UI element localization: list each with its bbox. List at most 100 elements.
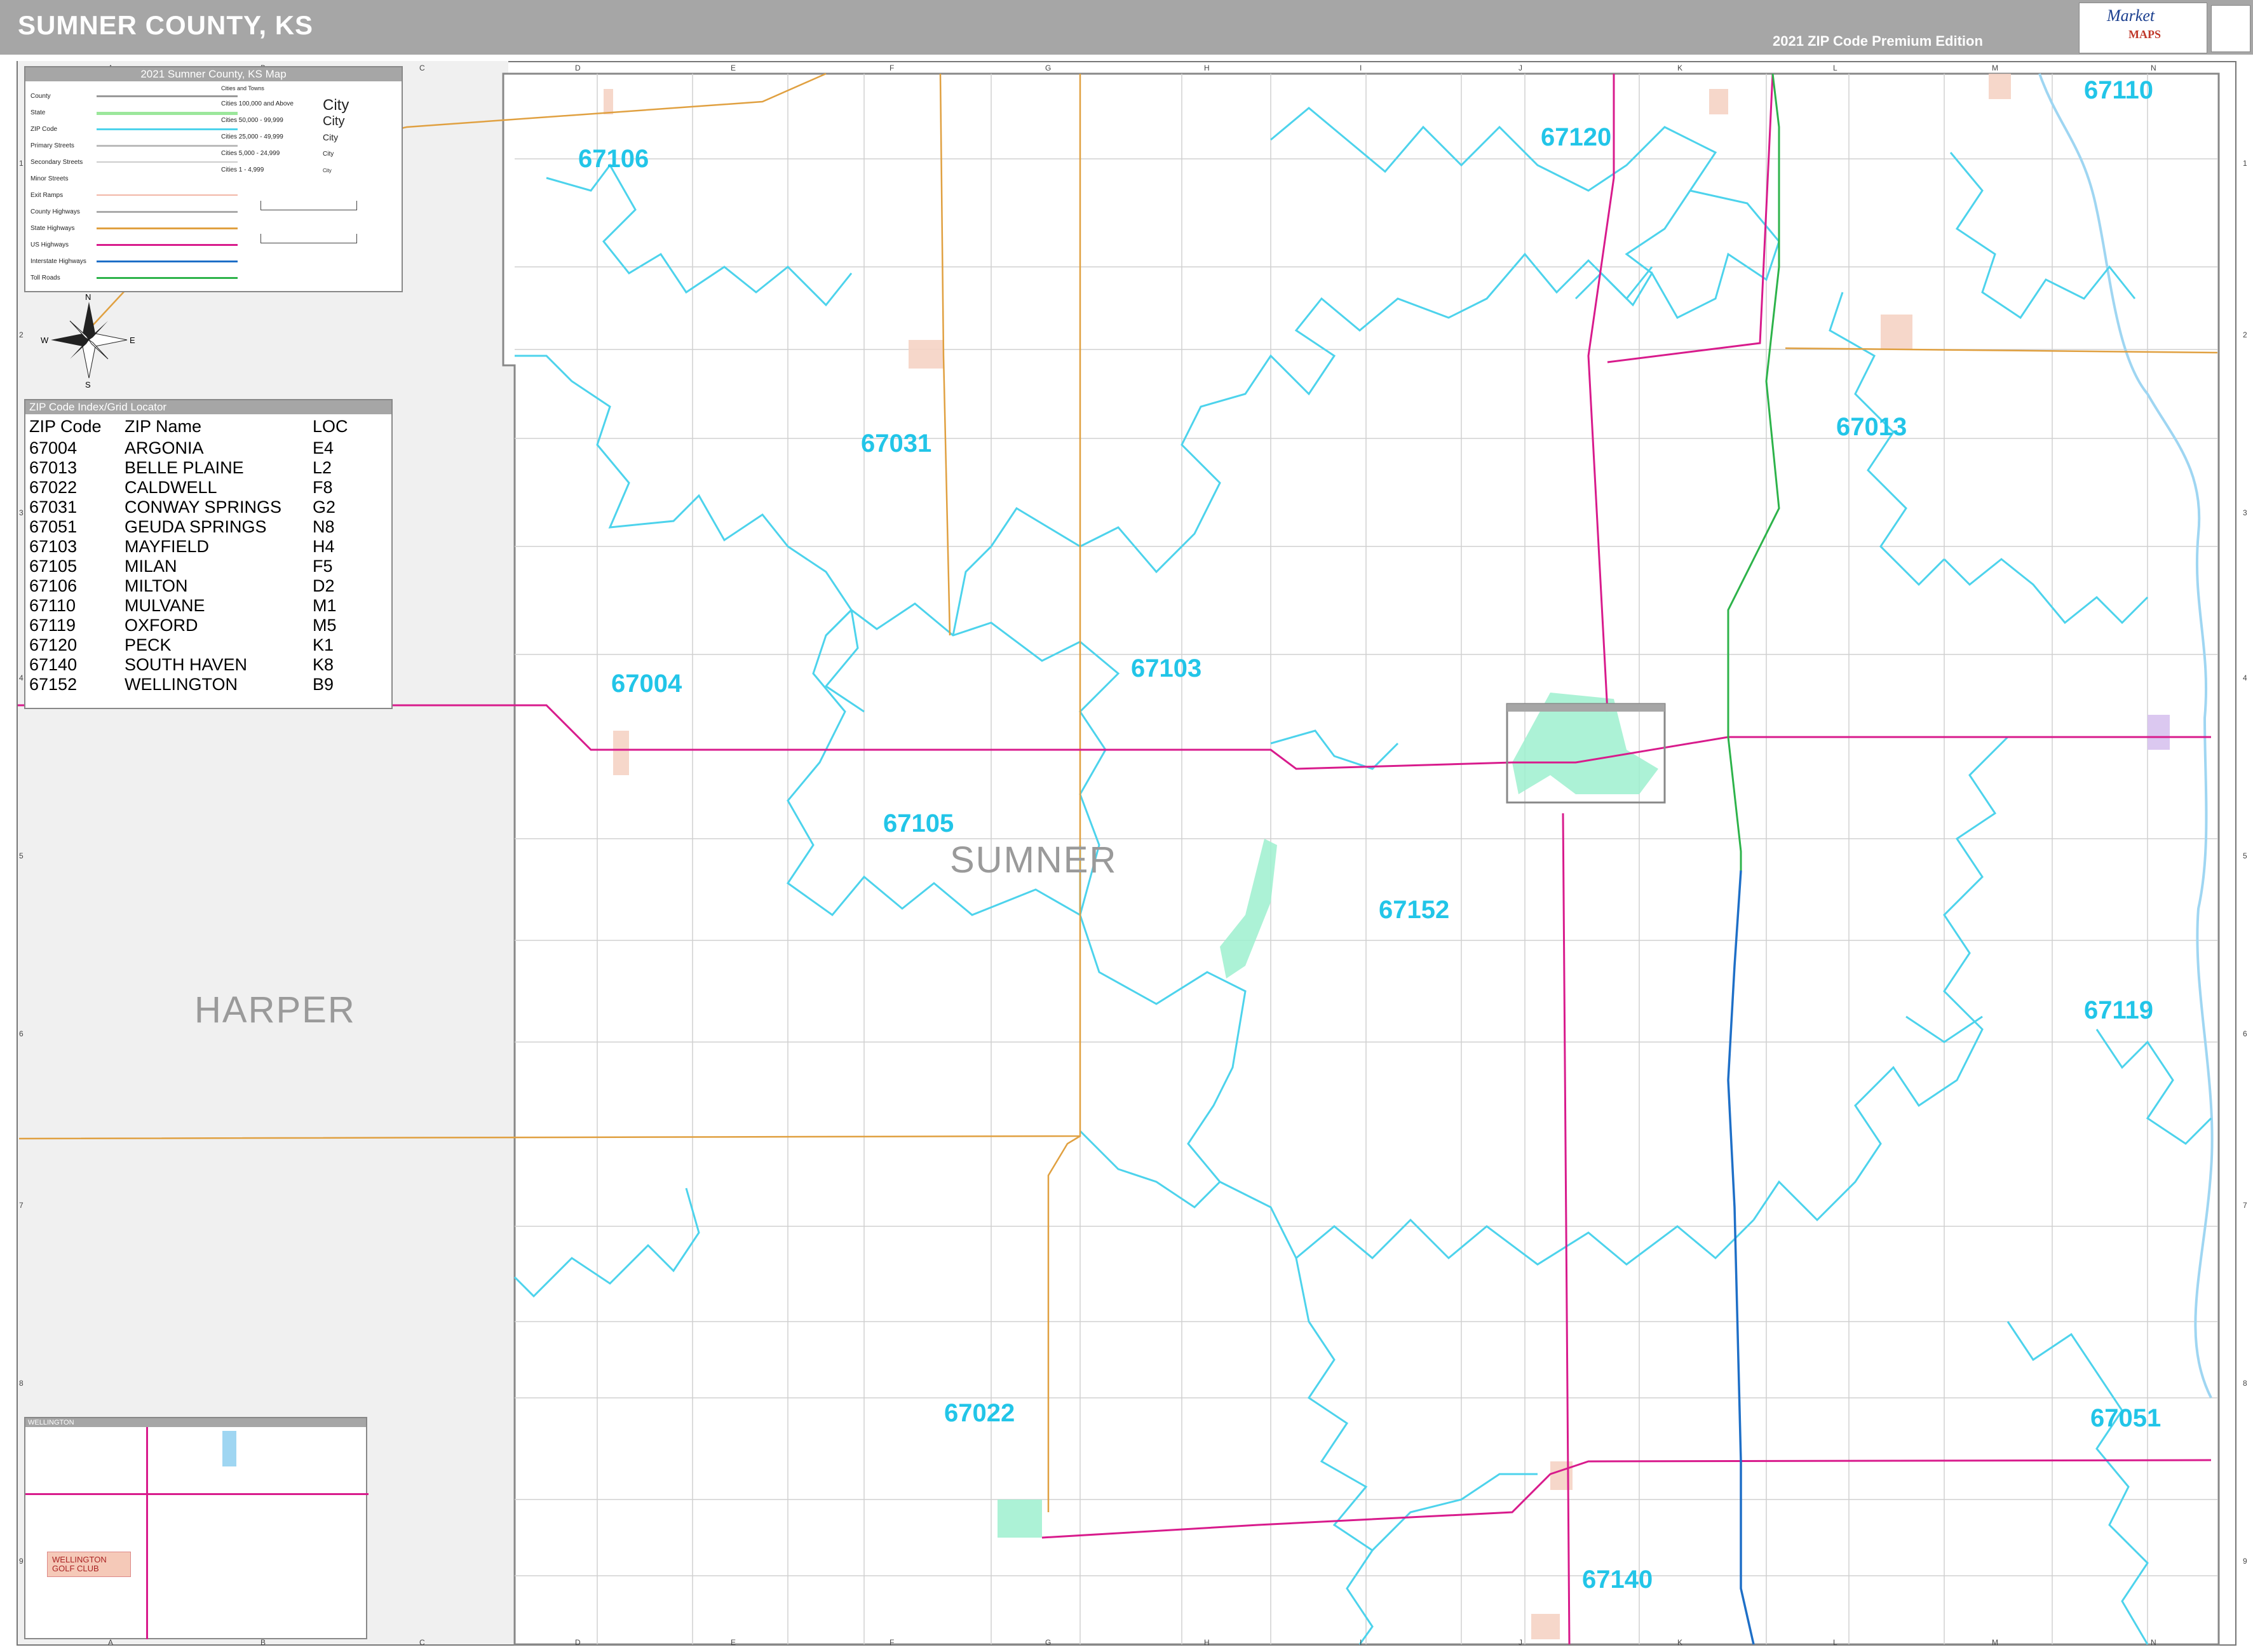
zip-label[interactable]: 67031 — [861, 430, 931, 458]
zip-label[interactable]: 67105 — [883, 809, 954, 838]
compass-n-label: N — [85, 292, 91, 302]
zip-index-code: 67110 — [29, 596, 76, 615]
zip-index-loc: M5 — [313, 616, 337, 635]
grid-column-label: H — [1204, 1638, 1210, 1647]
zip-label[interactable]: 67152 — [1379, 896, 1449, 924]
zip-label[interactable]: 67051 — [2090, 1404, 2161, 1433]
legend-swatch-county-hwy — [97, 211, 238, 213]
grid-column-label: L — [1833, 1638, 1837, 1647]
grid-row-label: 8 — [19, 1379, 24, 1388]
harper-county-area — [18, 61, 515, 1644]
peck-area — [1709, 89, 1728, 114]
legend-row-county: County — [30, 93, 51, 100]
legend-city-sample-4: City — [323, 151, 334, 158]
zip-index-loc: F5 — [313, 557, 333, 576]
legend-box: 2021 Sumner County, KS Map County State … — [24, 66, 403, 292]
zip-index-loc: N8 — [313, 517, 335, 536]
grid-column-label: L — [1833, 64, 1837, 72]
grid-column-label: B — [260, 1638, 266, 1647]
zip-index-code: 67051 — [29, 517, 78, 536]
legend-swatch-interstate — [97, 261, 238, 262]
zip-index-loc: L2 — [313, 458, 332, 477]
grid-column-label: I — [1360, 64, 1362, 72]
zip-index-code: 67105 — [29, 557, 78, 576]
grid-column-label: F — [890, 1638, 895, 1647]
grid-column-label: E — [731, 64, 736, 72]
legend-city-tier-4: Cities 5,000 - 24,999 — [221, 150, 280, 157]
zip-index-name: ARGONIA — [125, 438, 204, 457]
legend-city-tier-3: Cities 25,000 - 49,999 — [221, 133, 283, 140]
zip-index-loc: H4 — [313, 537, 335, 556]
zip-index-loc: F8 — [313, 478, 333, 497]
legend-city-sample-3: City — [323, 132, 339, 142]
grid-column-label: C — [419, 64, 425, 72]
legend-swatch-zip — [97, 128, 238, 130]
zip-index-header-code: ZIP Code — [29, 417, 102, 436]
zip-index-header-loc: LOC — [313, 417, 348, 436]
legend-row-county-hwy: County Highways — [30, 208, 80, 215]
south-haven-area — [1550, 1461, 1573, 1490]
county-label-harper: HARPER — [194, 989, 356, 1031]
zip-label[interactable]: 67119 — [2084, 996, 2153, 1025]
legend-city-sample-2: City — [323, 114, 345, 128]
grid-column-label: H — [1204, 64, 1210, 72]
legend-title: 2021 Sumner County, KS Map — [25, 67, 402, 81]
zip-index-name: WELLINGTON — [125, 675, 238, 694]
argonia-area — [613, 731, 629, 775]
zip-index-header-name: ZIP Name — [125, 417, 202, 436]
legend-row-interstate: Interstate Highways — [30, 258, 86, 265]
legend-swatch-toll — [97, 277, 238, 279]
zip-index-code: 67004 — [29, 438, 78, 457]
golf-club-label: WELLINGTON GOLF CLUB — [52, 1555, 107, 1573]
legend-city-tier-1: Cities 100,000 and Above — [221, 100, 294, 107]
zip-label[interactable]: 67110 — [2084, 76, 2153, 105]
caldwell-city-area — [998, 1500, 1042, 1538]
zip-index-name: CONWAY SPRINGS — [125, 498, 282, 517]
zip-label[interactable]: 67013 — [1836, 413, 1907, 442]
zip-label[interactable]: 67140 — [1582, 1566, 1653, 1594]
grid-column-label: J — [1519, 64, 1522, 72]
legend-city-sample-5: City — [323, 168, 332, 173]
grid-column-label: N — [2151, 1638, 2156, 1647]
grid-row-label: 5 — [19, 851, 24, 860]
zip-label[interactable]: 67004 — [611, 670, 682, 698]
zip-index-code: 67106 — [29, 576, 78, 595]
grid-column-label: D — [575, 1638, 581, 1647]
zip-index-code: 67103 — [29, 537, 78, 556]
grid-column-label: G — [1045, 64, 1052, 72]
legend-row-secondary: Secondary Streets — [30, 159, 83, 166]
grid-row-label: 6 — [19, 1029, 24, 1038]
zip-label[interactable]: 67120 — [1541, 123, 1611, 152]
grid-column-label: K — [1677, 64, 1683, 72]
zip-index-code: 67013 — [29, 458, 78, 477]
legend-row-state-hwy: State Highways — [30, 225, 75, 232]
zip-index-loc: B9 — [313, 675, 334, 694]
grid-column-label: I — [1360, 1638, 1362, 1647]
grid-row-label: 2 — [2243, 330, 2247, 339]
grid-column-label: M — [1992, 1638, 1998, 1647]
grid-row-label: 3 — [19, 508, 24, 517]
zip-index-loc: D2 — [313, 576, 335, 595]
grid-row-label: 2 — [19, 330, 24, 339]
zip-label[interactable]: 67103 — [1131, 654, 1201, 683]
grid-column-label: F — [890, 64, 895, 72]
grid-row-label: 7 — [19, 1201, 24, 1210]
wellington-inset[interactable]: WELLINGTON WELLINGTON GOLF CLUB — [24, 1417, 369, 1639]
grid-row-label: 7 — [2243, 1201, 2247, 1210]
legend-swatch-primary — [97, 145, 238, 147]
legend-swatch-state — [97, 112, 238, 115]
zip-index-name: OXFORD — [125, 616, 198, 635]
legend-row-minor: Minor Streets — [30, 175, 69, 182]
legend-swatch-secondary — [97, 161, 238, 163]
legend-row-toll: Toll Roads — [30, 274, 60, 281]
zip-index-name: BELLE PLAINE — [125, 458, 244, 477]
grid-row-label: 8 — [2243, 1379, 2247, 1388]
zip-label[interactable]: 67022 — [944, 1399, 1015, 1428]
zip-index-code: 67022 — [29, 478, 78, 497]
legend-row-exit-ramps: Exit Ramps — [30, 192, 64, 199]
county-label-sumner: SUMNER — [950, 839, 1118, 881]
legend-swatch-state-hwy — [97, 227, 238, 229]
zip-label[interactable]: 67106 — [578, 145, 649, 173]
zip-index-code: 67140 — [29, 655, 78, 674]
zip-index-loc: K1 — [313, 635, 334, 654]
